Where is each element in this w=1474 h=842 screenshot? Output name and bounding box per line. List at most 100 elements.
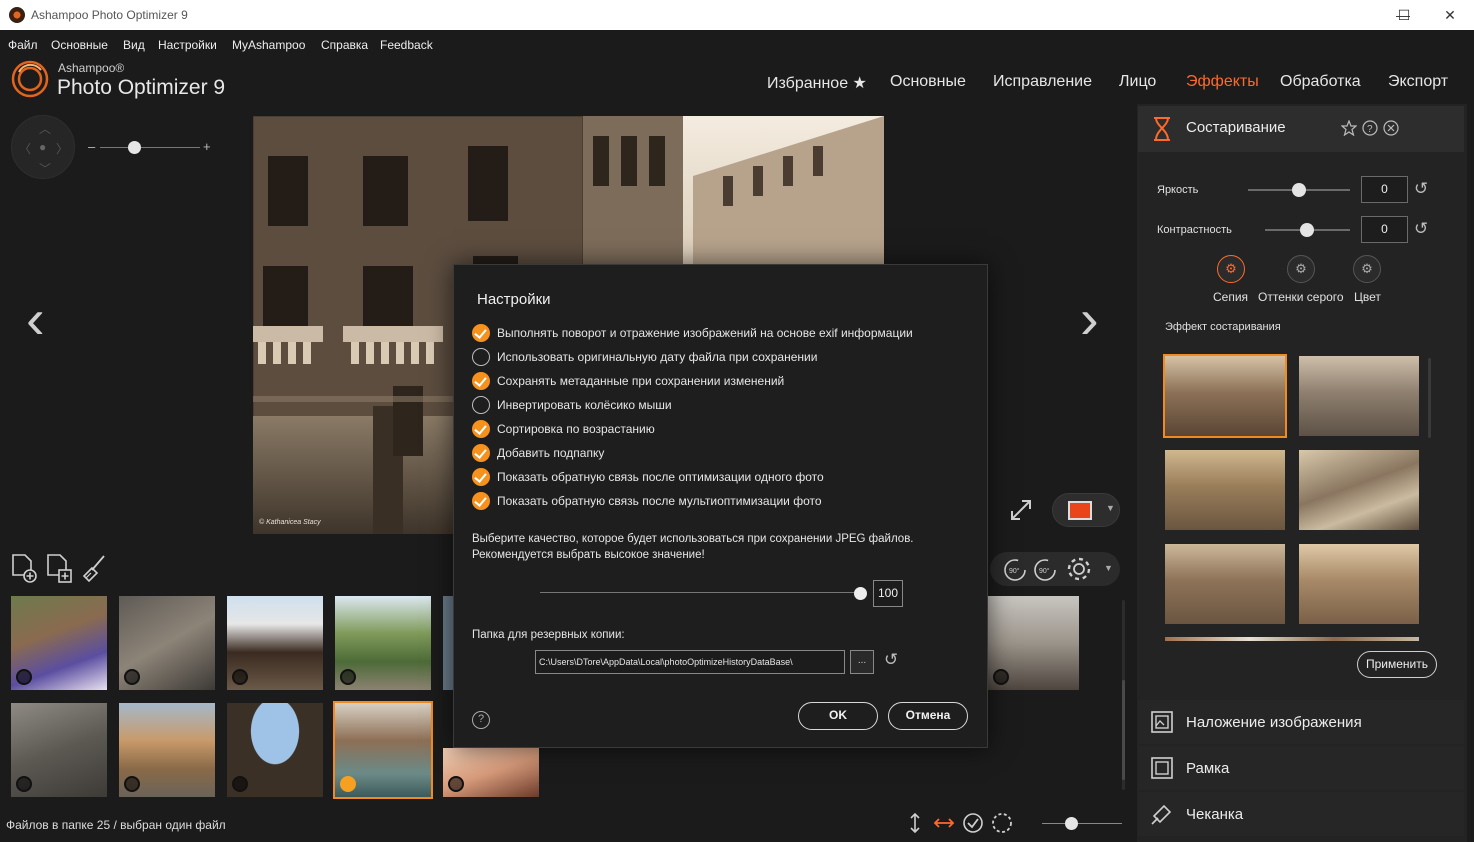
- settings-option[interactable]: Использовать оригинальную дату файла при…: [472, 347, 972, 367]
- settings-option[interactable]: Добавить подпапку: [472, 443, 972, 463]
- horizontal-layout-icon[interactable]: [933, 812, 955, 834]
- maximize-button[interactable]: ☐: [1381, 0, 1427, 30]
- accordion-image-overlay-label[interactable]: Наложение изображения: [1186, 714, 1362, 731]
- thumbnail-checkbox[interactable]: [124, 669, 140, 685]
- star-icon[interactable]: [1341, 120, 1357, 136]
- thumbnail-checkbox[interactable]: [16, 669, 32, 685]
- aging-effect-preset[interactable]: [1165, 450, 1285, 530]
- mode-sepia-label[interactable]: Сепия: [1213, 290, 1248, 304]
- zoom-slider-knob[interactable]: [128, 141, 141, 154]
- checkbox-checked-icon[interactable]: [472, 372, 490, 390]
- aging-effect-preset[interactable]: [1299, 450, 1419, 530]
- thumbnail-checkbox[interactable]: [448, 776, 464, 792]
- checkbox-checked-icon[interactable]: [472, 492, 490, 510]
- nav-face[interactable]: Лицо: [1119, 73, 1156, 91]
- color-icon[interactable]: ⚙: [1353, 255, 1381, 283]
- gear-icon[interactable]: [1066, 556, 1092, 582]
- add-file-icon[interactable]: [10, 553, 38, 583]
- menu-settings[interactable]: Настройки: [158, 38, 217, 52]
- contrast-input[interactable]: 0: [1361, 216, 1408, 243]
- accordion-frame-label[interactable]: Рамка: [1186, 760, 1229, 777]
- chevron-down-icon[interactable]: ▼: [1104, 563, 1113, 573]
- thumbnail-checkbox[interactable]: [16, 776, 32, 792]
- nav-effects[interactable]: Эффекты: [1186, 73, 1259, 91]
- close-icon[interactable]: [1383, 120, 1399, 136]
- settings-option[interactable]: Показать обратную связь после мультиопти…: [472, 491, 972, 511]
- checkbox-unchecked-icon[interactable]: [472, 348, 490, 366]
- apply-button[interactable]: Применить: [1357, 651, 1437, 678]
- thumbnail[interactable]: [11, 703, 107, 797]
- thumbnail[interactable]: [443, 748, 539, 797]
- thumbnail[interactable]: [227, 703, 323, 797]
- jpeg-quality-input[interactable]: 100: [873, 580, 903, 607]
- zoom-out-button[interactable]: –: [88, 139, 95, 154]
- checkbox-unchecked-icon[interactable]: [472, 396, 490, 414]
- settings-option[interactable]: Показать обратную связь после оптимизаци…: [472, 467, 972, 487]
- ok-button[interactable]: OK: [798, 702, 878, 730]
- thumbnail-checkbox-checked[interactable]: [340, 776, 356, 792]
- menu-help[interactable]: Справка: [321, 38, 368, 52]
- select-all-icon[interactable]: [962, 812, 984, 834]
- backup-folder-input[interactable]: C:\Users\DTore\AppData\Local\photoOptimi…: [535, 650, 845, 674]
- nav-basic[interactable]: Основные: [890, 73, 966, 91]
- aging-effect-preset[interactable]: [1163, 354, 1287, 438]
- nav-correction[interactable]: Исправление: [993, 73, 1092, 91]
- thumbnail[interactable]: [443, 596, 453, 690]
- sepia-icon[interactable]: ⚙: [1217, 255, 1245, 283]
- thumbnail-checkbox[interactable]: [993, 669, 1009, 685]
- thumbnail[interactable]: [227, 596, 323, 690]
- nav-favorites[interactable]: Избранное ★: [767, 73, 867, 93]
- settings-option[interactable]: Выполнять поворот и отражение изображени…: [472, 323, 972, 343]
- checkbox-checked-icon[interactable]: [472, 324, 490, 342]
- jpeg-quality-slider[interactable]: [540, 592, 862, 593]
- brightness-input[interactable]: 0: [1361, 176, 1408, 203]
- menu-basic[interactable]: Основные: [51, 38, 108, 52]
- help-icon[interactable]: ?: [1362, 120, 1378, 136]
- contrast-knob[interactable]: [1300, 223, 1314, 237]
- nav-export[interactable]: Экспорт: [1388, 73, 1448, 91]
- zoom-slider-track[interactable]: [100, 147, 200, 148]
- thumbnail-size-knob[interactable]: [1065, 817, 1078, 830]
- contrast-reset-icon[interactable]: ↺: [1414, 219, 1428, 239]
- rotate-right-icon[interactable]: 90°: [1032, 556, 1058, 582]
- close-window-button[interactable]: ✕: [1427, 0, 1473, 30]
- menu-myashampoo[interactable]: MyAshampoo: [232, 38, 305, 52]
- grayscale-icon[interactable]: ⚙: [1287, 255, 1315, 283]
- reset-path-icon[interactable]: ↺: [884, 650, 898, 670]
- settings-option[interactable]: Инвертировать колёсико мыши: [472, 395, 972, 415]
- settings-option[interactable]: Сохранять метаданные при сохранении изме…: [472, 371, 972, 391]
- deselect-all-icon[interactable]: [991, 812, 1013, 834]
- thumbnail-selected[interactable]: [333, 701, 433, 799]
- thumbnail[interactable]: [119, 596, 215, 690]
- menu-view[interactable]: Вид: [123, 38, 145, 52]
- pan-control[interactable]: ︿ 〈 〉 ﹀ ●: [11, 115, 75, 179]
- aging-effect-preset[interactable]: [1299, 356, 1419, 436]
- cancel-button[interactable]: Отмена: [888, 702, 968, 730]
- mode-color-label[interactable]: Цвет: [1354, 290, 1381, 304]
- checkbox-checked-icon[interactable]: [472, 468, 490, 486]
- thumbnail-checkbox[interactable]: [124, 776, 140, 792]
- add-folder-icon[interactable]: [45, 553, 73, 583]
- thumbnail-scrollbar-thumb[interactable]: [1122, 680, 1125, 780]
- settings-option[interactable]: Сортировка по возрастанию: [472, 419, 972, 439]
- cleanup-brush-icon[interactable]: [80, 553, 108, 583]
- accordion-emboss-label[interactable]: Чеканка: [1186, 806, 1243, 823]
- dialog-help-icon[interactable]: ?: [472, 711, 490, 729]
- thumbnail[interactable]: [335, 596, 431, 690]
- mode-grayscale-label[interactable]: Оттенки серого: [1258, 290, 1344, 304]
- browse-button[interactable]: ...: [850, 650, 874, 674]
- checkbox-checked-icon[interactable]: [472, 420, 490, 438]
- thumbnail-checkbox[interactable]: [232, 776, 248, 792]
- thumbnail-checkbox[interactable]: [340, 669, 356, 685]
- brightness-reset-icon[interactable]: ↺: [1414, 179, 1428, 199]
- fullscreen-icon[interactable]: [1008, 497, 1034, 523]
- aging-effect-preset[interactable]: [1165, 544, 1285, 624]
- menu-file[interactable]: Файл: [8, 38, 38, 52]
- thumbnail[interactable]: [11, 596, 107, 690]
- jpeg-quality-knob[interactable]: [854, 587, 867, 600]
- vertical-layout-icon[interactable]: [904, 812, 926, 834]
- thumbnail[interactable]: [988, 596, 1079, 690]
- zoom-in-button[interactable]: +: [203, 139, 211, 154]
- brightness-knob[interactable]: [1292, 183, 1306, 197]
- checkbox-checked-icon[interactable]: [472, 444, 490, 462]
